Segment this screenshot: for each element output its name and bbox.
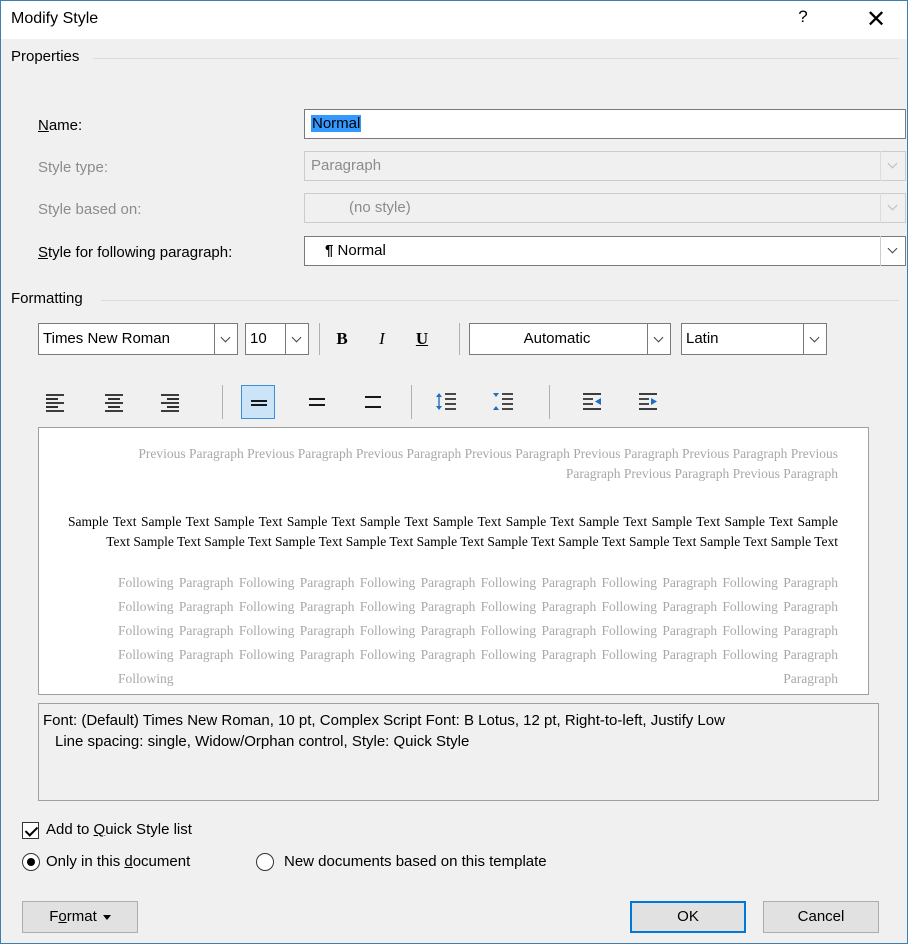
font-select[interactable]: Times New Roman [38, 323, 238, 355]
following-paragraph-label: Style for following paragraph: [38, 244, 233, 261]
following-paragraph-text: Following Paragraph Following Paragraph … [118, 575, 838, 686]
chevron-down-icon [880, 193, 906, 223]
based-on-value: (no style) [349, 199, 411, 216]
one-half-spacing-button[interactable] [300, 385, 334, 419]
pilcrow-icon: ¶ [325, 242, 334, 259]
name-label: Name: [38, 117, 83, 134]
toolbar-separator [549, 385, 550, 419]
name-value: Normal [311, 115, 362, 132]
toolbar-separator [222, 385, 223, 419]
caret-down-icon [102, 914, 111, 920]
style-description: Font: (Default) Times New Roman, 10 pt, … [38, 703, 879, 801]
underline-button[interactable]: U [407, 324, 437, 354]
chevron-down-icon [880, 151, 906, 181]
description-line-1: Font: (Default) Times New Roman, 10 pt, … [43, 712, 725, 729]
style-type-value: Paragraph [311, 157, 382, 174]
chevron-down-icon [880, 236, 906, 266]
align-center-button[interactable] [97, 385, 131, 419]
name-input[interactable]: Normal [304, 109, 906, 139]
dialog-title: Modify Style [11, 10, 99, 27]
modify-style-dialog: Modify Style ? ✕ Properties Name: Normal… [0, 0, 908, 944]
toolbar-separator [411, 385, 412, 419]
decrease-indent-icon [583, 393, 601, 410]
font-value: Times New Roman [43, 330, 170, 347]
one-half-spacing-icon [309, 398, 325, 406]
close-button[interactable]: ✕ [861, 5, 891, 35]
previous-paragraph-text: Previous Paragraph Previous Paragraph Pr… [138, 446, 838, 481]
format-menu-button[interactable]: Format [22, 901, 138, 933]
sample-text: Sample Text Sample Text Sample Text Samp… [68, 514, 838, 549]
based-on-label: Style based on: [38, 201, 142, 218]
toolbar-separator [459, 323, 460, 355]
align-right-button[interactable] [153, 385, 187, 419]
chevron-down-icon [214, 323, 238, 355]
font-size-value: 10 [250, 330, 267, 347]
based-on-select[interactable]: (no style) [304, 193, 906, 223]
quick-style-label: Add to Quick Style list [46, 821, 192, 838]
font-size-select[interactable]: 10 [245, 323, 309, 355]
font-color-select[interactable]: Automatic [469, 323, 671, 355]
italic-button[interactable]: I [367, 324, 397, 354]
increase-indent-icon [639, 393, 657, 410]
single-spacing-button[interactable] [241, 385, 275, 419]
double-spacing-button[interactable] [356, 385, 390, 419]
increase-paragraph-spacing-button[interactable] [429, 385, 463, 419]
only-this-document-radio[interactable] [22, 853, 40, 871]
title-bar: Modify Style ? ✕ [1, 1, 907, 39]
style-type-select[interactable]: Paragraph [304, 151, 906, 181]
cancel-button[interactable]: Cancel [763, 901, 879, 933]
align-center-icon [105, 394, 123, 412]
decrease-paragraph-spacing-button[interactable] [486, 385, 520, 419]
following-paragraph-select[interactable]: ¶ Normal [304, 236, 906, 266]
formatting-group-label: Formatting [11, 290, 83, 307]
quick-style-checkbox[interactable] [22, 822, 39, 839]
help-button[interactable]: ? [791, 7, 815, 33]
increase-spacing-icon [436, 393, 456, 410]
bold-button[interactable]: B [327, 324, 357, 354]
align-right-icon [161, 394, 179, 412]
toolbar-separator [319, 323, 320, 355]
script-value: Latin [686, 330, 719, 347]
align-left-button[interactable] [38, 385, 72, 419]
single-spacing-icon [251, 400, 267, 406]
chevron-down-icon [285, 323, 309, 355]
align-left-icon [46, 394, 64, 412]
style-type-label: Style type: [38, 159, 109, 176]
script-select[interactable]: Latin [681, 323, 827, 355]
chevron-down-icon [803, 323, 827, 355]
style-preview: Previous Paragraph Previous Paragraph Pr… [38, 427, 869, 695]
only-this-document-label: Only in this document [46, 853, 191, 870]
decrease-indent-button[interactable] [575, 385, 609, 419]
formatting-divider [101, 300, 899, 301]
description-line-2: Line spacing: single, Widow/Orphan contr… [55, 733, 470, 750]
font-color-value: Automatic [523, 330, 591, 347]
ok-button[interactable]: OK [630, 901, 746, 933]
increase-indent-button[interactable] [631, 385, 665, 419]
new-documents-label: New documents based on this template [284, 853, 547, 870]
properties-group-label: Properties [11, 48, 80, 65]
properties-divider [93, 58, 899, 59]
new-documents-radio[interactable] [256, 853, 274, 871]
chevron-down-icon [647, 323, 671, 355]
following-paragraph-value: Normal [337, 242, 386, 259]
decrease-spacing-icon [493, 393, 513, 410]
double-spacing-icon [365, 396, 381, 408]
